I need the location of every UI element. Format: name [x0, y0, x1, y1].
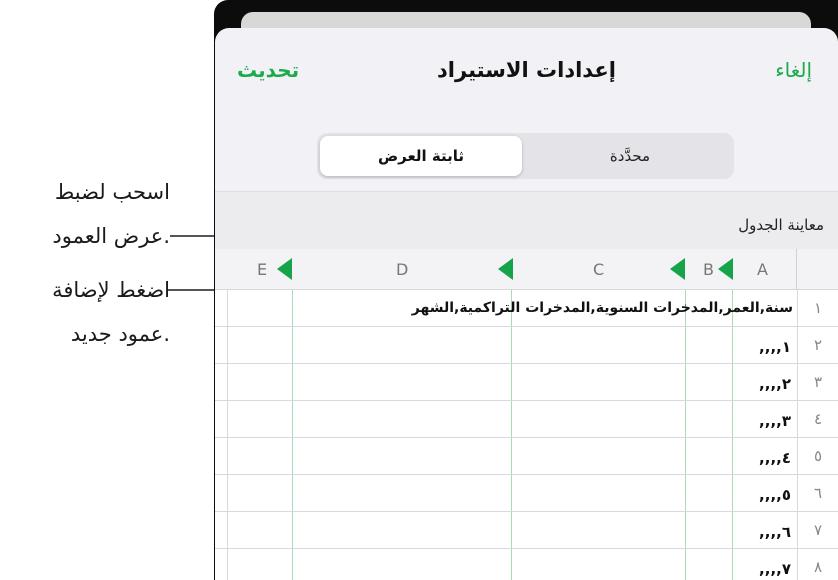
table-row: ,,,,٣ ٤ — [215, 401, 838, 438]
row-number: ٦ — [797, 475, 838, 512]
table-row: ,,,,٤ ٥ — [215, 438, 838, 475]
header-divider — [796, 249, 797, 290]
row-number: ٢ — [797, 327, 838, 364]
row-text: سنة,العمر,المدخرات السنوية,المدخرات التر… — [411, 300, 793, 316]
tap-callout: اضغط لإضافة عمود جديد. — [52, 268, 170, 356]
page-title: إعدادات الاستيراد — [437, 58, 616, 82]
table-row: ,,,,٦ ٧ — [215, 512, 838, 549]
row-text: ,,,,١ — [759, 338, 791, 356]
table-preview: A B C D E سنة,العمر,المدخرات السنوية,الم… — [215, 249, 838, 580]
row-number: ١ — [797, 290, 838, 327]
column-handle-icon[interactable] — [498, 258, 513, 280]
column-header-b[interactable]: B — [703, 260, 714, 279]
nav-bar: تحديث إعدادات الاستيراد إلغاء — [215, 28, 838, 118]
drag-callout-line2: عرض العمود. — [52, 224, 170, 248]
row-text: ,,,,٧ — [759, 560, 791, 578]
table-row: ,,,,٢ ٣ — [215, 364, 838, 401]
table-row: ,,,,٧ ٨ — [215, 549, 838, 580]
drag-callout-line1: اسحب لضبط — [54, 180, 170, 204]
table-row: ,,,,١ ٢ — [215, 327, 838, 364]
tap-callout-line2: عمود جديد. — [70, 322, 170, 346]
drag-callout: اسحب لضبط عرض العمود. — [52, 170, 170, 258]
row-text: ,,,,٢ — [759, 375, 791, 393]
cancel-button[interactable]: إلغاء — [775, 58, 812, 82]
row-number: ٨ — [797, 549, 838, 580]
segment-delimited[interactable]: محدَّدة — [529, 136, 731, 176]
section-label: معاينة الجدول — [738, 216, 824, 234]
column-header-c[interactable]: C — [593, 260, 604, 279]
row-text: ,,,,٣ — [759, 412, 791, 430]
column-header-a[interactable]: A — [757, 260, 768, 279]
column-handle-icon[interactable] — [277, 258, 292, 280]
row-number: ٥ — [797, 438, 838, 475]
segment-fixed-width[interactable]: ثابتة العرض — [320, 136, 522, 176]
table-row: ,,,,٥ ٦ — [215, 475, 838, 512]
tap-callout-line1: اضغط لإضافة — [52, 278, 170, 302]
row-number: ٣ — [797, 364, 838, 401]
column-handle-icon[interactable] — [718, 258, 733, 280]
row-text: ,,,,٤ — [759, 449, 791, 467]
import-settings-sheet: تحديث إعدادات الاستيراد إلغاء ثابتة العر… — [215, 28, 838, 580]
table-row: سنة,العمر,المدخرات السنوية,المدخرات التر… — [215, 290, 838, 327]
column-header-row: A B C D E — [215, 249, 838, 290]
row-text: ,,,,٦ — [759, 523, 791, 541]
column-handle-icon[interactable] — [670, 258, 685, 280]
column-header-e[interactable]: E — [257, 260, 267, 279]
row-number: ٧ — [797, 512, 838, 549]
row-text: ,,,,٥ — [759, 486, 791, 504]
column-header-d[interactable]: D — [396, 260, 408, 279]
mode-segmented-control: ثابتة العرض محدَّدة — [317, 133, 734, 179]
row-number: ٤ — [797, 401, 838, 438]
